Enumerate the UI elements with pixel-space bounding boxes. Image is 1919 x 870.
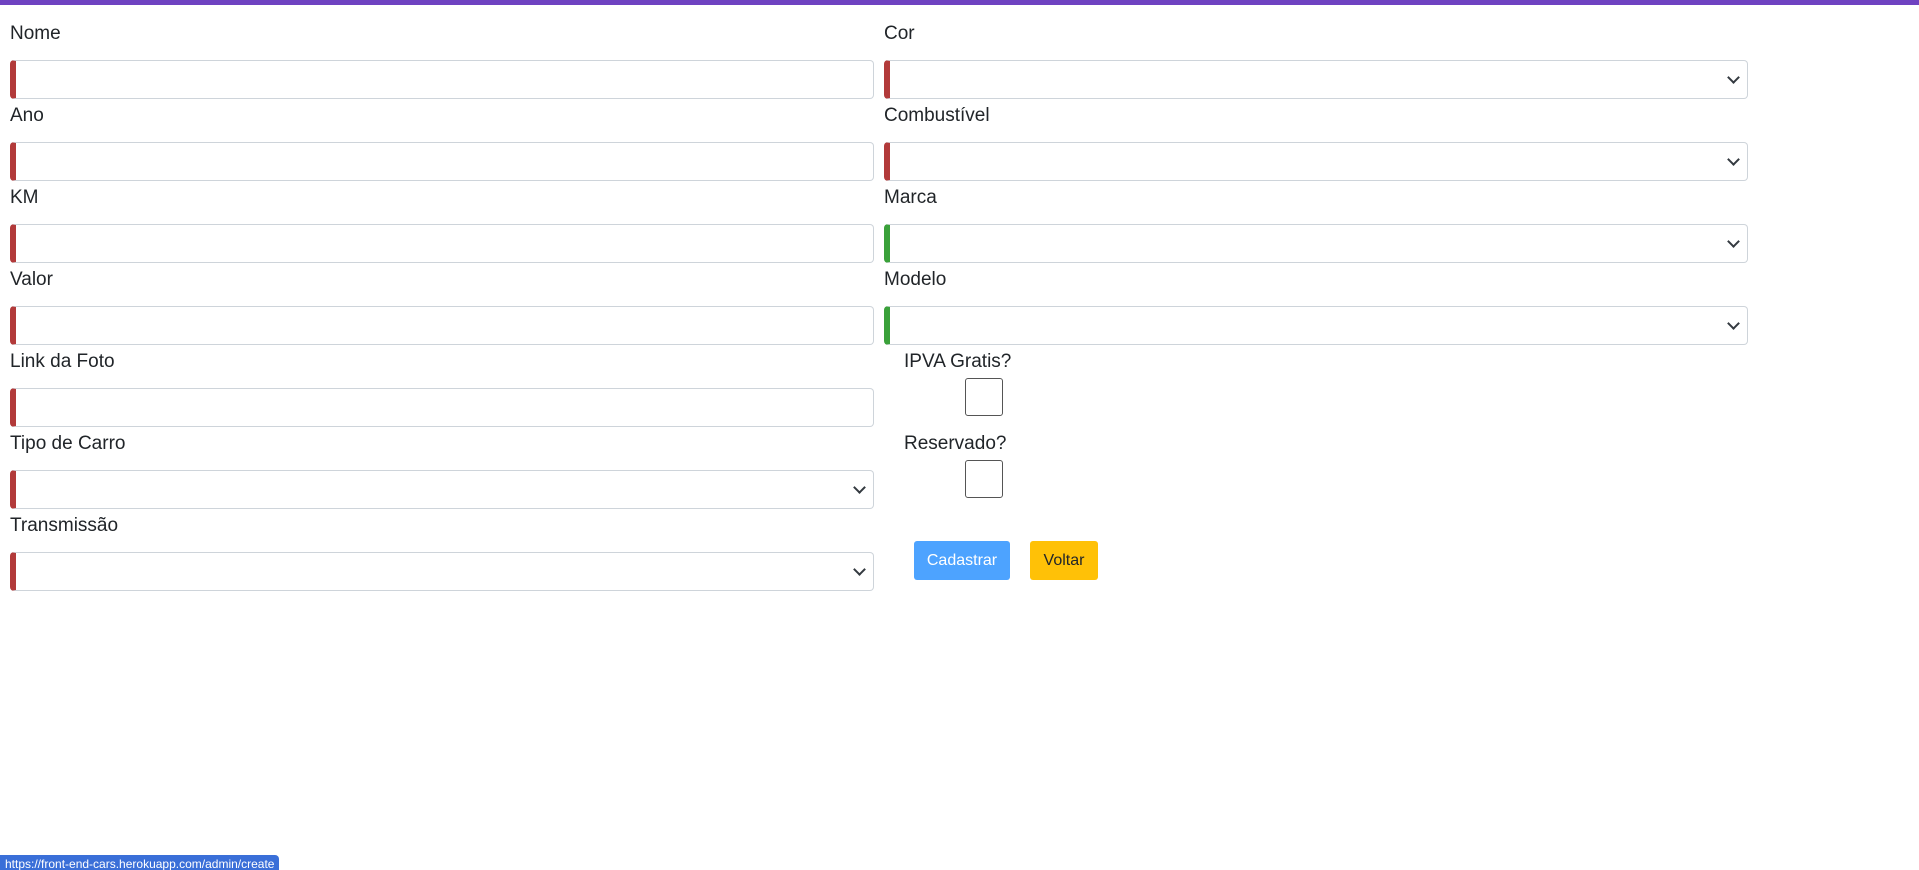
- modelo-field: Modelo: [884, 268, 1748, 345]
- reservado-field: Reservado?: [904, 432, 1124, 504]
- chevron-down-icon: [1727, 235, 1740, 248]
- cor-field: Cor: [884, 22, 1748, 99]
- chevron-down-icon: [853, 481, 866, 494]
- chevron-down-icon: [1727, 71, 1740, 84]
- tipo-carro-select[interactable]: [10, 470, 874, 509]
- chevron-down-icon: [853, 563, 866, 576]
- cor-select[interactable]: [884, 60, 1748, 99]
- ipva-gratis-field: IPVA Gratis?: [904, 350, 1124, 422]
- combustivel-field: Combustível: [884, 104, 1748, 181]
- link-foto-input-wrapper: [10, 388, 874, 427]
- car-create-form: Nome Ano KM Valor Link da Foto Tipo de C…: [0, 0, 1919, 870]
- tipo-carro-label: Tipo de Carro: [10, 433, 126, 454]
- link-foto-field: Link da Foto: [10, 350, 874, 427]
- nome-label: Nome: [10, 23, 61, 44]
- combustivel-label: Combustível: [884, 105, 990, 126]
- chevron-down-icon: [1727, 153, 1740, 166]
- reservado-checkbox[interactable]: [965, 460, 1003, 498]
- nome-field: Nome: [10, 22, 874, 99]
- modelo-select[interactable]: [884, 306, 1748, 345]
- km-field: KM: [10, 186, 874, 263]
- link-foto-label: Link da Foto: [10, 351, 115, 372]
- combustivel-select[interactable]: [884, 142, 1748, 181]
- valor-label: Valor: [10, 269, 53, 290]
- nome-input-wrapper: [10, 60, 874, 99]
- valor-field: Valor: [10, 268, 874, 345]
- modelo-label: Modelo: [884, 269, 947, 290]
- cadastrar-button[interactable]: Cadastrar: [914, 541, 1010, 580]
- ano-input[interactable]: [16, 143, 873, 180]
- chevron-down-icon: [1727, 317, 1740, 330]
- marca-select[interactable]: [884, 224, 1748, 263]
- km-input[interactable]: [16, 225, 873, 262]
- ano-input-wrapper: [10, 142, 874, 181]
- valor-input[interactable]: [16, 307, 873, 344]
- km-input-wrapper: [10, 224, 874, 263]
- cor-label: Cor: [884, 23, 915, 44]
- marca-label: Marca: [884, 187, 937, 208]
- ano-field: Ano: [10, 104, 874, 181]
- ano-label: Ano: [10, 105, 44, 126]
- marca-field: Marca: [884, 186, 1748, 263]
- transmissao-field: Transmissão: [10, 514, 874, 591]
- km-label: KM: [10, 187, 39, 208]
- nome-input[interactable]: [16, 61, 873, 98]
- link-foto-input[interactable]: [16, 389, 873, 426]
- transmissao-label: Transmissão: [10, 515, 119, 536]
- status-bar-url: https://front-end-cars.herokuapp.com/adm…: [0, 855, 280, 870]
- voltar-button[interactable]: Voltar: [1030, 541, 1098, 580]
- valor-input-wrapper: [10, 306, 874, 345]
- ipva-gratis-label: IPVA Gratis?: [904, 351, 1012, 372]
- reservado-label: Reservado?: [904, 433, 1007, 454]
- ipva-gratis-checkbox[interactable]: [965, 378, 1003, 416]
- transmissao-select[interactable]: [10, 552, 874, 591]
- tipo-carro-field: Tipo de Carro: [10, 432, 874, 509]
